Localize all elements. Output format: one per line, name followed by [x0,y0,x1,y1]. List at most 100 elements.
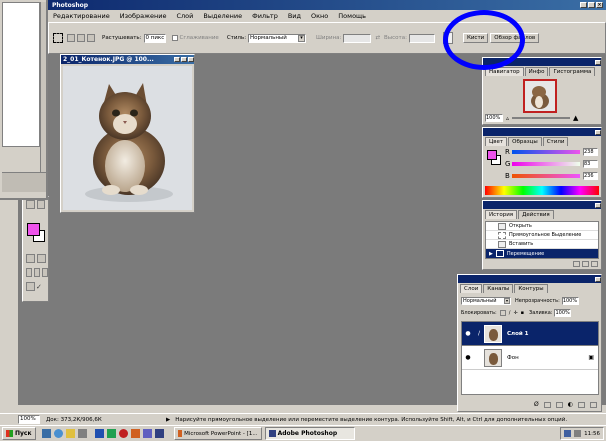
g-slider[interactable] [512,162,580,166]
hand-tool-icon[interactable] [26,200,35,209]
task-photoshop[interactable]: Adobe Photoshop [264,427,355,440]
doc-close-button[interactable] [188,57,194,62]
tab-info[interactable]: Инфо [524,67,549,76]
quicklaunch-ps-icon[interactable] [154,429,164,438]
history-item-selected[interactable]: ▶ Перемещение [486,249,598,258]
foreground-color-swatch[interactable] [27,223,40,236]
add-selection-icon[interactable] [77,34,85,42]
tray-network-icon[interactable] [564,430,572,437]
status-arrow-icon[interactable]: ▶ [166,417,170,423]
screen-mode-3-icon[interactable] [42,268,48,277]
fill-input[interactable]: 100% [554,309,572,317]
quicklaunch-ppt-icon[interactable] [130,429,140,438]
quicklaunch-ie-icon[interactable] [53,429,63,438]
eye-icon[interactable]: ● [462,354,474,361]
tab-layers[interactable]: Слои [460,284,483,293]
tab-histogram[interactable]: Гистограмма [549,67,596,76]
spectrum-bar[interactable] [485,186,599,195]
lock-brush-icon[interactable]: ∕ [509,310,511,316]
quicklaunch-desktop-icon[interactable] [41,429,51,438]
r-input[interactable]: 238 [583,148,598,156]
lock-all-icon[interactable]: ▪ [521,310,524,316]
layer-set-icon[interactable] [555,401,563,408]
menu-help[interactable]: Помощь [333,11,371,21]
quickmask-mode-icon[interactable] [37,254,46,263]
navigator-preview[interactable] [523,79,557,113]
tab-history[interactable]: История [485,210,518,219]
menu-filter[interactable]: Фильтр [247,11,283,21]
feather-input[interactable]: 0 пикс [143,33,166,43]
menu-select[interactable]: Выделение [198,11,247,21]
delete-layer-icon[interactable] [590,401,597,408]
quicklaunch-misc-icon[interactable] [142,429,152,438]
history-snapshot-icon[interactable] [582,261,589,267]
imageready-jump-icon[interactable] [26,282,35,291]
history-item[interactable]: Прямоугольное Выделение [486,231,598,240]
quicklaunch-media-icon[interactable] [118,429,128,438]
lock-move-icon[interactable]: ✛ [513,310,517,316]
standard-mode-icon[interactable] [26,254,35,263]
style-select[interactable]: Нормальный ▾ [248,33,307,43]
document-canvas[interactable] [63,66,192,210]
history-item[interactable]: Открыть [486,222,598,231]
minimize-button[interactable] [580,2,587,8]
quicklaunch-excel-icon[interactable] [106,429,116,438]
navigator-zoom-slider[interactable] [512,117,571,119]
width-input[interactable] [343,33,372,43]
navigator-close-button[interactable] [595,59,601,65]
blend-mode-select[interactable]: Нормальный ▾ [461,297,511,305]
swap-icon[interactable]: ⇄ [375,35,380,41]
history-item[interactable]: Вставить [486,240,598,249]
b-slider[interactable] [512,174,580,178]
quicklaunch-word-icon[interactable] [94,429,104,438]
close-button[interactable]: × [596,2,603,8]
g-input[interactable]: 83 [583,160,598,168]
layers-close-button[interactable] [595,276,601,282]
status-zoom[interactable]: 100% [18,415,40,424]
eye-icon[interactable]: ● [462,330,474,337]
tray-volume-icon[interactable] [574,430,582,437]
layer-row-selected[interactable]: ● ∕ Слой 1 [462,322,598,346]
menu-image[interactable]: Изображение [115,11,172,21]
history-new-doc-icon[interactable] [573,261,580,267]
tab-color[interactable]: Цвет [485,137,508,146]
new-layer-icon[interactable] [578,401,585,408]
opacity-input[interactable]: 100% [561,297,579,305]
r-slider[interactable] [512,150,580,154]
doc-minimize-button[interactable] [174,57,180,62]
marquee-tool-icon[interactable] [53,33,63,43]
maximize-button[interactable] [588,2,595,8]
lock-transparency-icon[interactable] [499,310,506,316]
b-input[interactable]: 236 [583,172,598,180]
menu-window[interactable]: Окно [306,11,333,21]
tab-styles[interactable]: Стили [542,137,569,146]
task-powerpoint[interactable]: Microsoft PowerPoint - [1... [173,427,262,440]
history-trash-icon[interactable] [591,261,598,267]
zoom-in-icon[interactable]: ▲ [573,114,578,122]
screen-mode-1-icon[interactable] [26,268,32,277]
layer-row[interactable]: ● Фон ▣ [462,346,598,370]
adjustment-layer-icon[interactable]: ◐ [568,401,573,408]
navigator-zoom-field[interactable]: 100% [485,114,503,122]
screen-mode-2-icon[interactable] [34,268,40,277]
quicklaunch-outlook-icon[interactable] [65,429,75,438]
layer-style-icon[interactable]: Ø [534,401,539,408]
color-fg-swatch[interactable] [487,150,497,160]
tab-channels[interactable]: Каналы [483,284,514,293]
tab-actions[interactable]: Действия [518,210,554,219]
tab-swatches[interactable]: Образцы [508,137,542,146]
start-button[interactable]: Пуск [2,427,36,440]
menu-layer[interactable]: Слой [171,11,198,21]
menu-edit[interactable]: Редактирование [48,11,115,21]
doc-maximize-button[interactable] [181,57,187,62]
tab-paths[interactable]: Контуры [514,284,548,293]
quicklaunch-app-icon[interactable] [77,429,87,438]
zoom-tool-icon[interactable] [36,200,45,209]
new-selection-icon[interactable] [67,34,75,42]
history-close-button[interactable] [595,202,601,208]
height-input[interactable] [408,33,435,43]
layer-mask-icon[interactable] [543,401,551,408]
menu-view[interactable]: Вид [283,11,306,21]
color-panel-close-button[interactable] [595,129,601,135]
zoom-out-icon[interactable]: ▵ [506,115,509,122]
